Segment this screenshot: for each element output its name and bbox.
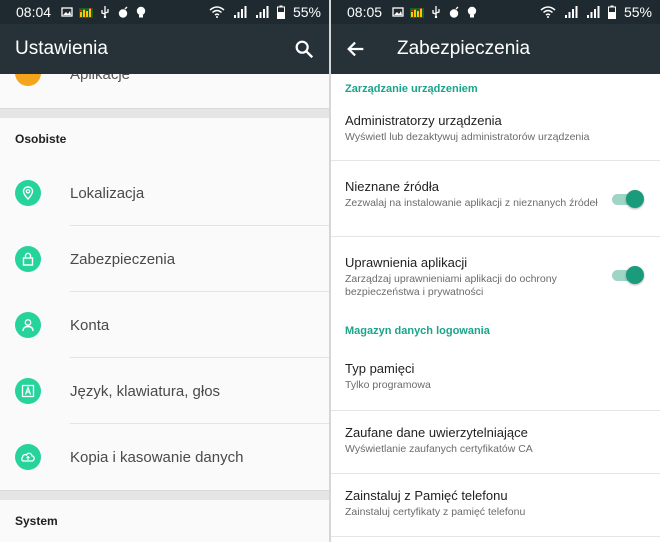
toggle-thumb — [626, 266, 644, 284]
item-title: Uprawnienia aplikacji — [345, 255, 468, 270]
equalizer-icon — [410, 8, 425, 18]
app-bar: Zabezpieczenia — [331, 24, 660, 74]
bulb-icon — [467, 6, 477, 18]
divider — [331, 536, 660, 537]
settings-item-unknown-sources[interactable]: Nieznane źródła Zezwalaj na instalowanie… — [331, 161, 660, 237]
sidebar-item-apps[interactable]: Aplikacje — [0, 74, 329, 108]
account-icon — [15, 312, 41, 338]
page-title: Ustawienia — [15, 38, 108, 59]
item-title: Typ pamięci — [345, 361, 415, 376]
section-divider — [0, 108, 329, 118]
settings-item-install-from-storage[interactable]: Zainstaluj z Pamięć telefonu Zainstaluj … — [331, 474, 660, 537]
bomb-icon — [449, 6, 459, 18]
security-screen: 08:05 55% Zabezpieczenia Zarządzanie urz… — [331, 0, 660, 542]
item-label: Lokalizacja — [70, 184, 145, 202]
settings-item-storage-type[interactable]: Typ pamięci Tylko programowa — [331, 347, 660, 411]
page-title: Zabezpieczenia — [397, 38, 531, 59]
battery-level: 55% — [292, 4, 321, 20]
cloud-backup-icon — [15, 444, 41, 470]
section-header-personal: Osobiste — [0, 118, 329, 160]
section-header-system: System — [0, 500, 329, 542]
item-subtitle: Wyświetlanie zaufanych certyfikatów CA — [345, 443, 533, 455]
status-bar: 08:05 55% — [331, 0, 660, 24]
item-label: Zabezpieczenia — [70, 250, 176, 268]
category-device-admin: Zarządzanie urządzeniem — [345, 83, 478, 95]
item-subtitle: Zezwalaj na instalowanie aplikacji z nie… — [345, 197, 598, 209]
app-permissions-toggle[interactable] — [610, 264, 644, 286]
item-label: Aplikacje — [70, 74, 131, 83]
image-icon — [392, 7, 404, 17]
usb-icon — [432, 6, 440, 18]
settings-item-device-admins[interactable]: Administratorzy urządzenia Wyświetl lub … — [331, 104, 660, 161]
wifi-icon — [209, 6, 225, 18]
status-time: 08:05 — [347, 4, 383, 20]
equalizer-icon — [79, 8, 94, 18]
image-icon — [61, 7, 73, 17]
signal-icon — [233, 6, 247, 18]
section-divider — [0, 490, 329, 500]
category-credential-storage: Magazyn danych logowania — [345, 325, 490, 337]
item-subtitle: Zainstaluj certyfikaty z pamięć telefonu — [345, 506, 526, 518]
language-icon — [15, 378, 41, 404]
settings-item-language[interactable]: Język, klawiatura, głos — [0, 358, 329, 424]
status-time: 08:04 — [16, 4, 52, 20]
signal-icon — [586, 6, 600, 18]
settings-item-location[interactable]: Lokalizacja — [0, 160, 329, 226]
item-title: Nieznane źródła — [345, 179, 439, 194]
location-icon — [15, 180, 41, 206]
lock-icon — [15, 246, 41, 272]
battery-charging-icon — [607, 5, 616, 19]
item-label: Język, klawiatura, głos — [70, 382, 221, 400]
settings-item-app-permissions[interactable]: Uprawnienia aplikacji Zarządzaj uprawnie… — [331, 237, 660, 325]
item-subtitle: Tylko programowa — [345, 379, 431, 391]
settings-item-security[interactable]: Zabezpieczenia — [0, 226, 329, 292]
unknown-sources-toggle[interactable] — [610, 188, 644, 210]
item-title: Zaufane dane uwierzytelniające — [345, 425, 528, 440]
item-title: Administratorzy urządzenia — [345, 113, 502, 128]
bulb-icon — [136, 6, 146, 18]
settings-screen: 08:04 55% Ustawienia Aplikacje Osobiste … — [0, 0, 329, 542]
battery-charging-icon — [276, 5, 285, 19]
settings-item-accounts[interactable]: Konta — [0, 292, 329, 358]
usb-icon — [101, 6, 109, 18]
wifi-icon — [540, 6, 556, 18]
settings-item-backup[interactable]: Kopia i kasowanie danych — [0, 424, 329, 490]
search-icon[interactable] — [293, 38, 315, 60]
settings-item-trusted-credentials[interactable]: Zaufane dane uwierzytelniające Wyświetla… — [331, 411, 660, 474]
signal-icon — [255, 6, 269, 18]
item-title: Zainstaluj z Pamięć telefonu — [345, 488, 508, 503]
back-arrow-icon[interactable] — [345, 38, 367, 60]
app-bar: Ustawienia — [0, 24, 329, 74]
apps-icon — [15, 74, 41, 86]
item-subtitle: Zarządzaj uprawnieniami aplikacji do och… — [345, 273, 557, 298]
toggle-thumb — [626, 190, 644, 208]
status-bar: 08:04 55% — [0, 0, 329, 24]
item-subtitle: Wyświetl lub dezaktywuj administratorów … — [345, 131, 590, 143]
item-label: Konta — [70, 316, 110, 334]
bomb-icon — [118, 6, 128, 18]
item-label: Kopia i kasowanie danych — [70, 448, 244, 466]
battery-level: 55% — [623, 4, 652, 20]
signal-icon — [564, 6, 578, 18]
